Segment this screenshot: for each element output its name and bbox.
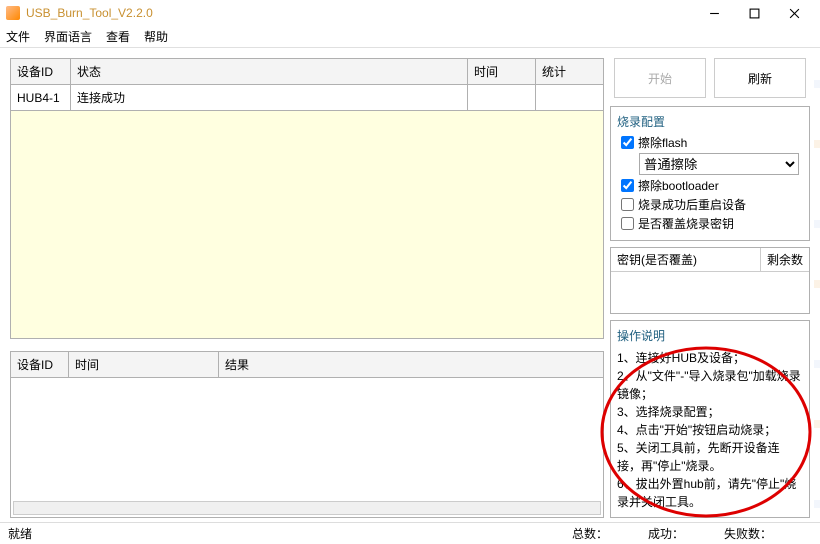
minimize-button[interactable] [694,1,734,25]
menu-view[interactable]: 查看 [106,28,130,45]
cell-device-id: HUB4-1 [11,85,71,111]
log-col-id: 设备ID [11,352,69,378]
right-column: 开始 刷新 烧录配置 擦除flash 普通擦除 擦除bootloader 烧录成… [610,58,810,518]
col-device-id: 设备ID [11,59,71,85]
status-bar: 就绪 总数： 成功： 失败数： [0,522,820,544]
device-area [10,111,604,339]
left-column: 设备ID 状态 时间 统计 HUB4-1 连接成功 设备ID 时间 结果 [10,58,604,518]
burn-config-title: 烧录配置 [617,113,803,130]
reboot-after-label: 烧录成功后重启设备 [638,196,746,213]
instruction-line: 4、点击"开始"按钮启动烧录； [617,421,803,439]
instruction-line: 6、拔出外置hub前，请先"停止"烧录并关闭工具。 [617,475,803,511]
overwrite-key-label: 是否覆盖烧录密钥 [638,215,734,232]
key-col-name: 密钥(是否覆盖) [611,248,761,271]
horizontal-scrollbar[interactable] [13,501,601,515]
start-button[interactable]: 开始 [614,58,706,98]
cell-stat [536,85,604,111]
log-col-result: 结果 [219,352,604,378]
table-row[interactable]: HUB4-1 连接成功 [11,85,604,111]
log-table-header: 设备ID 时间 结果 [10,351,604,378]
instruction-line: 1、连接好HUB及设备； [617,349,803,367]
side-strip [814,60,820,522]
col-stat: 统计 [536,59,604,85]
col-status: 状态 [71,59,468,85]
log-col-time: 时间 [69,352,219,378]
status-fail: 失败数： [724,525,772,542]
instruction-line: 3、选择烧录配置； [617,403,803,421]
instruction-line: 2、从"文件"-"导入烧录包"加载烧录镜像； [617,367,803,403]
key-col-remain: 剩余数 [761,248,809,271]
burn-config-panel: 烧录配置 擦除flash 普通擦除 擦除bootloader 烧录成功后重启设备… [610,106,810,241]
title-bar: USB_Burn_Tool_V2.2.0 [0,0,820,26]
app-icon [6,6,20,20]
refresh-button[interactable]: 刷新 [714,58,806,98]
status-ready: 就绪 [8,525,32,542]
close-button[interactable] [774,1,814,25]
erase-bootloader-label: 擦除bootloader [638,177,719,194]
erase-flash-checkbox[interactable] [621,136,634,149]
erase-mode-select[interactable]: 普通擦除 [639,153,799,175]
status-total: 总数： [572,525,608,542]
erase-bootloader-checkbox[interactable] [621,179,634,192]
col-time: 时间 [468,59,536,85]
log-area [10,378,604,518]
erase-flash-label: 擦除flash [638,134,687,151]
cell-time [468,85,536,111]
maximize-button[interactable] [734,1,774,25]
instruction-line: 5、关闭工具前，先断开设备连接，再"停止"烧录。 [617,439,803,475]
cell-status: 连接成功 [71,85,468,111]
key-panel: 密钥(是否覆盖) 剩余数 [610,247,810,314]
overwrite-key-checkbox[interactable] [621,217,634,230]
menu-bar: 文件 界面语言 查看 帮助 [0,26,820,48]
instructions-title: 操作说明 [617,327,803,345]
menu-help[interactable]: 帮助 [144,28,168,45]
window-title: USB_Burn_Tool_V2.2.0 [26,6,694,20]
device-table: 设备ID 状态 时间 统计 HUB4-1 连接成功 [10,58,604,111]
menu-language[interactable]: 界面语言 [44,28,92,45]
reboot-after-checkbox[interactable] [621,198,634,211]
status-success: 成功： [648,525,684,542]
menu-file[interactable]: 文件 [6,28,30,45]
instructions-panel: 操作说明 1、连接好HUB及设备； 2、从"文件"-"导入烧录包"加载烧录镜像；… [610,320,810,518]
